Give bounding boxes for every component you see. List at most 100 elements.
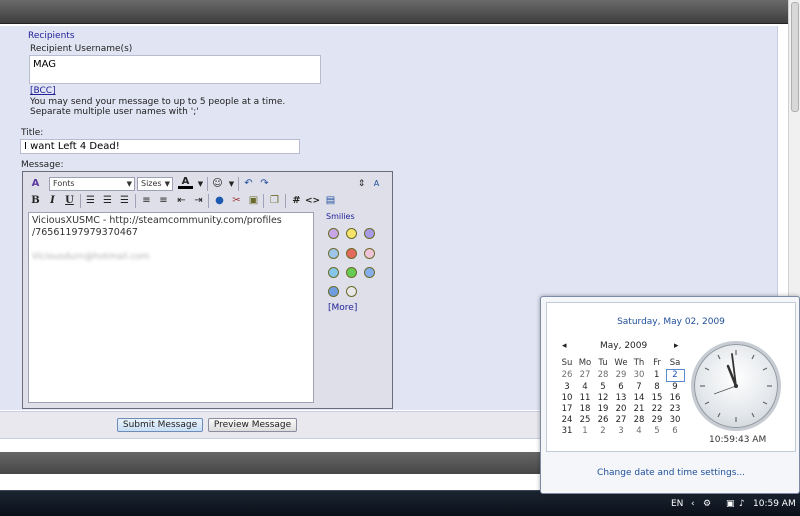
smiley-icon[interactable] — [328, 286, 339, 297]
text-color-icon[interactable]: A — [178, 176, 193, 189]
ordered-list-icon[interactable]: ≡ — [139, 194, 154, 208]
calendar-day[interactable]: 16 — [666, 393, 684, 404]
insert-image-icon[interactable]: ▣ — [246, 194, 261, 208]
format-icon[interactable]: A — [28, 177, 43, 191]
calendar-day[interactable]: 11 — [576, 393, 594, 404]
calendar-day[interactable]: 3 — [612, 426, 630, 437]
network-icon[interactable]: ▣ — [726, 499, 735, 509]
hash-button[interactable]: # — [289, 194, 304, 208]
calendar-day[interactable]: 19 — [594, 404, 612, 415]
scrollbar-thumb[interactable] — [791, 2, 799, 112]
remove-link-icon[interactable]: ✂ — [229, 194, 244, 208]
bold-button[interactable]: B — [28, 194, 43, 208]
preview-button[interactable]: Preview Message — [208, 418, 297, 432]
calendar-day[interactable]: 13 — [612, 393, 630, 404]
smiley-icon[interactable] — [346, 286, 357, 297]
calendar-day[interactable]: 31 — [558, 426, 576, 437]
calendar-day[interactable]: 18 — [576, 404, 594, 415]
calendar-day[interactable]: 29 — [612, 370, 630, 382]
align-center-icon[interactable]: ☰ — [100, 194, 115, 208]
recipient-input[interactable]: MAG — [29, 55, 321, 84]
calendar-day[interactable]: 9 — [666, 382, 684, 394]
volume-icon[interactable]: ♪ — [739, 499, 745, 509]
taskbar-clock[interactable]: 10:59 AM — [753, 499, 796, 509]
language-indicator[interactable]: EN — [671, 499, 683, 509]
chevron-down-icon[interactable]: ▼ — [224, 177, 239, 191]
calendar-day[interactable]: 2 — [594, 426, 612, 437]
calendar-day[interactable]: 22 — [648, 404, 666, 415]
calendar-day[interactable]: 27 — [612, 415, 630, 426]
indent-icon[interactable]: ⇥ — [191, 194, 206, 208]
calendar-day[interactable]: 8 — [648, 382, 666, 394]
long-date-link[interactable]: Saturday, May 02, 2009 — [541, 317, 800, 327]
calendar-day[interactable]: 26 — [558, 370, 576, 382]
calendar-day[interactable]: 5 — [648, 426, 666, 437]
smiley-icon[interactable] — [328, 267, 339, 278]
smiley-icon[interactable] — [346, 248, 357, 259]
change-settings-link[interactable]: Change date and time settings... — [541, 468, 800, 478]
show-hidden-icons-icon[interactable]: ‹ — [691, 499, 695, 509]
font-select[interactable]: Fonts ▼ — [49, 177, 135, 191]
calendar-day[interactable]: 15 — [648, 393, 666, 404]
calendar-day[interactable]: 30 — [630, 370, 648, 382]
smiley-icon[interactable] — [364, 267, 375, 278]
calendar-day[interactable]: 21 — [630, 404, 648, 415]
smiley-icon[interactable] — [328, 248, 339, 259]
align-left-icon[interactable]: ☰ — [83, 194, 98, 208]
calendar-day[interactable]: 25 — [576, 415, 594, 426]
calendar-day[interactable]: 24 — [558, 415, 576, 426]
smiley-icon[interactable] — [364, 228, 375, 239]
next-month-icon[interactable]: ▸ — [674, 341, 679, 351]
align-right-icon[interactable]: ☰ — [117, 194, 132, 208]
calendar-day[interactable]: 6 — [666, 426, 684, 437]
calendar-day[interactable]: 17 — [558, 404, 576, 415]
smiley-icon[interactable] — [346, 228, 357, 239]
smiley-insert-icon[interactable]: ☺ — [210, 177, 225, 191]
calendar-day[interactable]: 12 — [594, 393, 612, 404]
message-textarea[interactable]: ViciousXUSMC - http://steamcommunity.com… — [28, 212, 314, 403]
calendar-day-today[interactable]: 2 — [665, 369, 685, 382]
calendar-day[interactable]: 20 — [612, 404, 630, 415]
redo-icon[interactable]: ↷ — [257, 177, 272, 191]
outdent-icon[interactable]: ⇤ — [174, 194, 189, 208]
calendar-day[interactable]: 6 — [612, 382, 630, 394]
undo-icon[interactable]: ↶ — [241, 177, 256, 191]
calendar-day[interactable]: 27 — [576, 370, 594, 382]
resize-icon[interactable]: ⇕ — [354, 177, 369, 191]
quote-icon[interactable]: ❐ — [267, 194, 282, 208]
calendar-day[interactable]: 29 — [648, 415, 666, 426]
title-input[interactable]: I want Left 4 Dead! — [20, 139, 300, 154]
calendar-day[interactable]: 5 — [594, 382, 612, 394]
calendar-day[interactable]: 3 — [558, 382, 576, 394]
php-icon[interactable]: ▤ — [323, 194, 338, 208]
unordered-list-icon[interactable]: ≡ — [156, 194, 171, 208]
calendar-day[interactable]: 26 — [594, 415, 612, 426]
calendar-day[interactable]: 7 — [630, 382, 648, 394]
calendar-day[interactable]: 1 — [576, 426, 594, 437]
calendar-day[interactable]: 28 — [630, 415, 648, 426]
underline-button[interactable]: U — [62, 194, 77, 208]
calendar-day[interactable]: 28 — [594, 370, 612, 382]
steam-icon[interactable]: ⚙ — [703, 499, 711, 509]
insert-link-icon[interactable]: ● — [212, 194, 227, 208]
calendar-day[interactable]: 10 — [558, 393, 576, 404]
code-button[interactable]: <> — [305, 194, 320, 208]
bcc-link[interactable]: [BCC] — [30, 86, 56, 96]
smiley-icon[interactable] — [328, 228, 339, 239]
calendar-day[interactable]: 4 — [576, 382, 594, 394]
submit-button[interactable]: Submit Message — [117, 418, 203, 432]
month-year-label[interactable]: May, 2009 — [600, 341, 647, 351]
calendar-day[interactable]: 23 — [666, 404, 684, 415]
calendar-day[interactable]: 30 — [666, 415, 684, 426]
chevron-down-icon[interactable]: ▼ — [193, 177, 208, 191]
calendar-day[interactable]: 4 — [630, 426, 648, 437]
smiley-icon[interactable] — [346, 267, 357, 278]
calendar-day[interactable]: 14 — [630, 393, 648, 404]
prev-month-icon[interactable]: ◂ — [562, 341, 567, 351]
more-smilies-link[interactable]: [More] — [328, 303, 357, 313]
smiley-icon[interactable] — [364, 248, 375, 259]
italic-button[interactable]: I — [45, 194, 60, 208]
size-select[interactable]: Sizes ▼ — [137, 177, 173, 191]
switch-mode-icon[interactable]: A — [369, 177, 384, 191]
calendar-day[interactable]: 1 — [648, 370, 666, 382]
